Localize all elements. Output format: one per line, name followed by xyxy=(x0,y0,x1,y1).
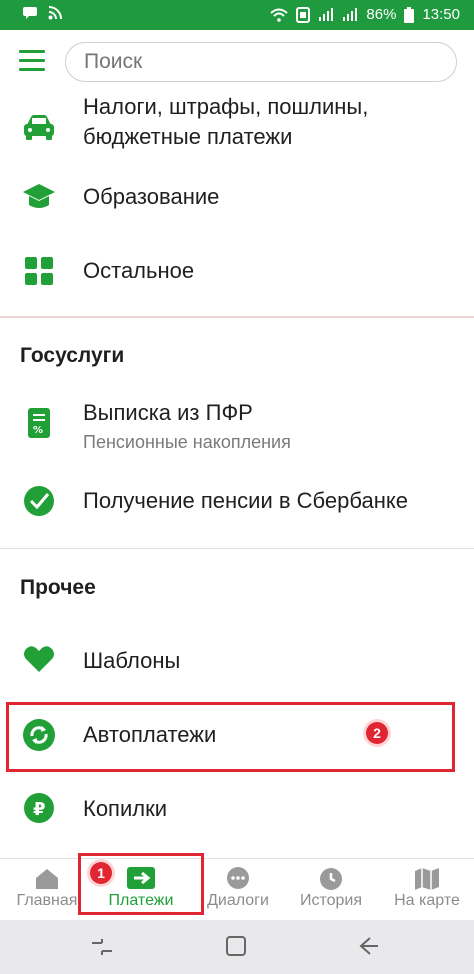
search-input[interactable] xyxy=(65,42,457,82)
chat-icon xyxy=(227,867,249,889)
taxes-label-line1: Налоги, штрафы, пошлины, xyxy=(83,94,369,119)
highlight-autopay xyxy=(6,702,455,772)
map-icon xyxy=(415,868,439,890)
pfr-label: Выписка из ПФР xyxy=(83,400,253,425)
status-right: 86% 13:50 xyxy=(270,6,460,23)
pension-icon xyxy=(24,486,54,516)
section-title-other: Прочее xyxy=(20,576,96,599)
heart-icon xyxy=(24,646,54,672)
pension-label: Получение пенсии в Сбербанке xyxy=(83,488,408,513)
list-item-pension[interactable]: Получение пенсии в Сбербанке xyxy=(0,474,474,530)
divider xyxy=(0,316,474,318)
back-icon[interactable] xyxy=(356,935,380,957)
recent-apps-icon[interactable] xyxy=(90,936,114,958)
chat-notification-icon xyxy=(23,7,37,19)
grid-icon xyxy=(25,257,53,285)
status-bar: 86% 13:50 xyxy=(0,0,474,30)
piggy-bank-icon: ₽ xyxy=(24,793,54,823)
annotation-badge-2: 2 xyxy=(366,722,388,744)
battery-percent: 86% xyxy=(366,6,397,23)
top-bar xyxy=(0,30,474,92)
car-icon xyxy=(24,115,54,140)
battery-icon xyxy=(404,6,415,23)
other-label: Остальное xyxy=(83,258,195,283)
signal-icon-2 xyxy=(343,7,358,21)
clock-icon xyxy=(320,868,342,890)
graduation-cap-icon xyxy=(23,184,55,208)
list-item-taxes[interactable]: Налоги, штрафы, пошлины, бюджетные плате… xyxy=(0,92,474,164)
nfc-icon xyxy=(296,6,311,23)
list-item-piggy[interactable]: ₽ Копилки xyxy=(0,782,474,838)
wifi-icon xyxy=(270,8,289,22)
pfr-sublabel: Пенсионные накопления xyxy=(83,432,291,452)
home-button-icon[interactable] xyxy=(225,935,247,957)
clock-time: 13:50 xyxy=(422,6,460,23)
tab-bar: Главная Платежи Диалоги История На карте xyxy=(0,858,474,920)
annotation-badge-1: 1 xyxy=(90,862,112,884)
taxes-label-line2: бюджетные платежи xyxy=(83,124,293,149)
tab-history[interactable]: История xyxy=(290,859,372,921)
list-item-education[interactable]: Образование xyxy=(0,172,474,228)
system-nav-bar xyxy=(0,920,474,974)
tab-map-label: На карте xyxy=(394,892,460,909)
divider xyxy=(0,548,474,549)
status-left xyxy=(22,6,62,20)
svg-text:₽: ₽ xyxy=(33,799,46,820)
templates-label: Шаблоны xyxy=(83,648,181,673)
tab-dialogs-label: Диалоги xyxy=(207,892,269,909)
list-item-other[interactable]: Остальное xyxy=(0,244,474,300)
home-icon xyxy=(36,869,58,889)
rss-icon xyxy=(48,6,62,20)
tab-home[interactable]: Главная xyxy=(8,859,86,921)
list-item-pfr[interactable]: % Выписка из ПФР Пенсионные накопления xyxy=(0,392,474,462)
svg-text:%: % xyxy=(33,425,43,436)
tab-dialogs[interactable]: Диалоги xyxy=(198,859,278,921)
list-item-templates[interactable]: Шаблоны xyxy=(0,632,474,688)
tab-history-label: История xyxy=(299,892,363,909)
education-label: Образование xyxy=(83,184,220,209)
signal-icon xyxy=(319,7,334,21)
tab-map[interactable]: На карте xyxy=(384,859,470,921)
menu-icon[interactable] xyxy=(19,50,45,72)
piggy-label: Копилки xyxy=(83,796,168,821)
document-percent-icon: % xyxy=(28,408,50,438)
tab-home-label: Главная xyxy=(16,892,78,909)
section-title-gosuslugi: Госуслуги xyxy=(20,344,125,367)
